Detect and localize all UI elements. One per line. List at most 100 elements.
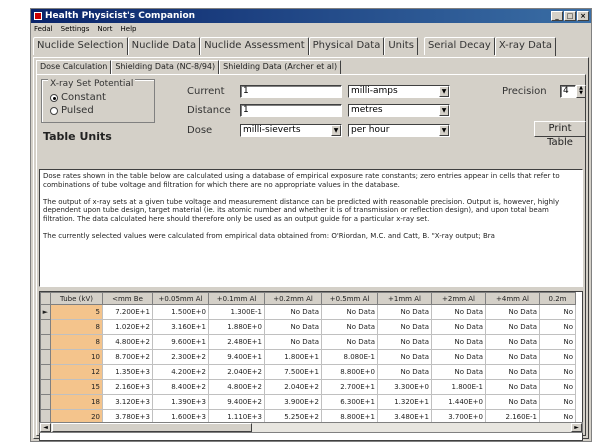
tab-serial-decay[interactable]: Serial Decay <box>423 37 495 55</box>
table-cell[interactable]: 2.480E+1 <box>208 334 265 350</box>
scrollbar-thumb[interactable] <box>52 423 252 432</box>
tab-nuclide-assessment[interactable]: Nuclide Assessment <box>200 37 309 55</box>
distance-unit-select[interactable]: metres ▼ <box>348 104 450 117</box>
row-selector[interactable] <box>40 394 51 410</box>
table-cell[interactable]: 1.800E+1 <box>264 349 322 365</box>
row-selector[interactable] <box>40 379 51 395</box>
current-unit-select[interactable]: milli-amps ▼ <box>348 85 450 98</box>
table-cell[interactable]: No Data <box>264 304 322 320</box>
chevron-down-icon[interactable]: ▼ <box>439 105 449 116</box>
table-cell[interactable]: 7.200E+1 <box>102 304 153 320</box>
subtab-dose-calculation[interactable]: Dose Calculation <box>36 60 112 74</box>
print-table-button[interactable]: Print Table <box>534 121 586 148</box>
table-cell[interactable]: No Data <box>431 334 486 350</box>
column-header[interactable]: +2mm Al <box>431 292 486 305</box>
dose-unit-select[interactable]: milli-sieverts ▼ <box>240 124 342 137</box>
tube-voltage-cell[interactable]: 18 <box>50 394 103 410</box>
table-cell[interactable]: 3.160E+1 <box>152 319 209 335</box>
table-cell[interactable]: No Data <box>485 349 540 365</box>
table-cell[interactable]: 1.500E+0 <box>152 304 209 320</box>
table-cell[interactable]: No Data <box>485 364 540 380</box>
table-cell[interactable]: 1.320E+1 <box>377 394 432 410</box>
table-cell[interactable]: No Data <box>431 364 486 380</box>
table-cell[interactable]: No Data <box>264 334 322 350</box>
tab-xray-data[interactable]: X-ray Data <box>494 37 556 56</box>
tube-voltage-cell[interactable]: 10 <box>50 349 103 365</box>
table-cell[interactable]: 4.200E+2 <box>152 364 209 380</box>
table-cell[interactable]: 4.800E+2 <box>208 379 265 395</box>
table-cell[interactable]: No <box>539 334 576 350</box>
column-header[interactable]: +0.5mm Al <box>321 292 378 305</box>
table-row[interactable]: 15 2.160E+3 8.400E+2 4.800E+2 2.040E+2 2.700E… <box>40 379 576 395</box>
menu-tools[interactable]: Nort <box>97 25 112 33</box>
table-cell[interactable]: No <box>539 319 576 335</box>
table-cell[interactable]: No Data <box>485 334 540 350</box>
table-cell[interactable]: 9.600E+1 <box>152 334 209 350</box>
table-cell[interactable]: No Data <box>485 394 540 410</box>
chevron-down-icon[interactable]: ▼ <box>331 125 341 136</box>
tab-nuclide-data[interactable]: Nuclide Data <box>127 37 201 55</box>
table-cell[interactable]: 1.300E-1 <box>208 304 265 320</box>
table-cell[interactable]: No Data <box>377 364 432 380</box>
table-cell[interactable]: 1.440E+0 <box>431 394 486 410</box>
column-header[interactable]: Tube (kV) <box>50 292 103 305</box>
menu-settings[interactable]: Settings <box>61 25 90 33</box>
table-cell[interactable]: 1.880E+0 <box>208 319 265 335</box>
row-selector[interactable] <box>40 319 51 335</box>
table-cell[interactable]: 8.400E+2 <box>152 379 209 395</box>
tube-voltage-cell[interactable]: 5 <box>50 304 103 320</box>
column-header[interactable]: +4mm Al <box>485 292 540 305</box>
subtab-shielding-archer[interactable]: Shielding Data (Archer et al) <box>219 60 342 74</box>
table-cell[interactable]: No <box>539 304 576 320</box>
radio-constant[interactable]: Constant <box>50 92 106 103</box>
scroll-right-icon[interactable]: ► <box>571 423 582 432</box>
table-cell[interactable]: 1.020E+2 <box>102 319 153 335</box>
column-header[interactable]: +0.2mm Al <box>264 292 322 305</box>
column-header[interactable]: +0.1mm Al <box>208 292 265 305</box>
table-cell[interactable]: 7.500E+1 <box>264 364 322 380</box>
table-cell[interactable]: No <box>539 364 576 380</box>
table-cell[interactable]: 6.300E+1 <box>321 394 378 410</box>
minimize-icon[interactable]: _ <box>551 11 563 21</box>
table-cell[interactable]: 4.800E+2 <box>102 334 153 350</box>
tube-voltage-cell[interactable]: 12 <box>50 364 103 380</box>
dose-rate-unit-select[interactable]: per hour ▼ <box>348 124 450 137</box>
menu-help[interactable]: Help <box>121 25 137 33</box>
tab-physical-data[interactable]: Physical Data <box>308 37 385 55</box>
tab-units[interactable]: Units <box>384 37 418 55</box>
table-cell[interactable]: 1.800E-1 <box>431 379 486 395</box>
precision-spinner[interactable]: ▲ ▼ <box>576 85 586 98</box>
table-row[interactable]: 12 1.350E+3 4.200E+2 2.040E+2 7.500E+1 8.800E… <box>40 364 576 380</box>
scroll-left-icon[interactable]: ◄ <box>40 423 51 432</box>
radio-constant-indicator[interactable] <box>50 93 58 102</box>
table-cell[interactable]: 1.350E+3 <box>102 364 153 380</box>
table-row[interactable]: 8 1.020E+2 3.160E+1 1.880E+0 No Data No Data N… <box>40 319 576 335</box>
table-cell[interactable]: No <box>539 379 576 395</box>
table-cell[interactable]: 3.900E+2 <box>264 394 322 410</box>
table-cell[interactable]: 2.040E+2 <box>208 364 265 380</box>
table-cell[interactable]: No Data <box>485 304 540 320</box>
distance-input[interactable]: 1 <box>240 104 342 117</box>
table-cell[interactable]: 2.300E+2 <box>152 349 209 365</box>
column-header[interactable]: +0.05mm Al <box>152 292 209 305</box>
table-row[interactable]: 8 4.800E+2 9.600E+1 2.480E+1 No Data No Data N… <box>40 334 576 350</box>
column-header[interactable]: 0.2m <box>539 292 576 305</box>
row-selector[interactable] <box>40 334 51 350</box>
table-cell[interactable]: No Data <box>377 349 432 365</box>
tab-nuclide-selection[interactable]: Nuclide Selection <box>33 37 128 55</box>
table-cell[interactable]: 3.120E+3 <box>102 394 153 410</box>
table-cell[interactable]: 2.040E+2 <box>264 379 322 395</box>
column-header[interactable]: +1mm Al <box>377 292 432 305</box>
current-input[interactable]: 1 <box>240 85 342 98</box>
menu-file[interactable]: Fedal <box>34 25 53 33</box>
table-cell[interactable]: 9.400E+2 <box>208 394 265 410</box>
table-row[interactable]: 10 8.700E+2 2.300E+2 9.400E+1 1.800E+1 8.080E… <box>40 349 576 365</box>
table-cell[interactable]: No Data <box>377 304 432 320</box>
radio-pulsed[interactable]: Pulsed <box>50 105 94 116</box>
chevron-down-icon[interactable]: ▼ <box>439 86 449 97</box>
table-cell[interactable]: 3.300E+0 <box>377 379 432 395</box>
horizontal-scrollbar[interactable]: ◄ ► <box>39 422 583 433</box>
table-row[interactable]: 18 3.120E+3 1.390E+3 9.400E+2 3.900E+2 6.300E… <box>40 394 576 410</box>
row-selector[interactable] <box>40 364 51 380</box>
table-cell[interactable]: No Data <box>485 379 540 395</box>
